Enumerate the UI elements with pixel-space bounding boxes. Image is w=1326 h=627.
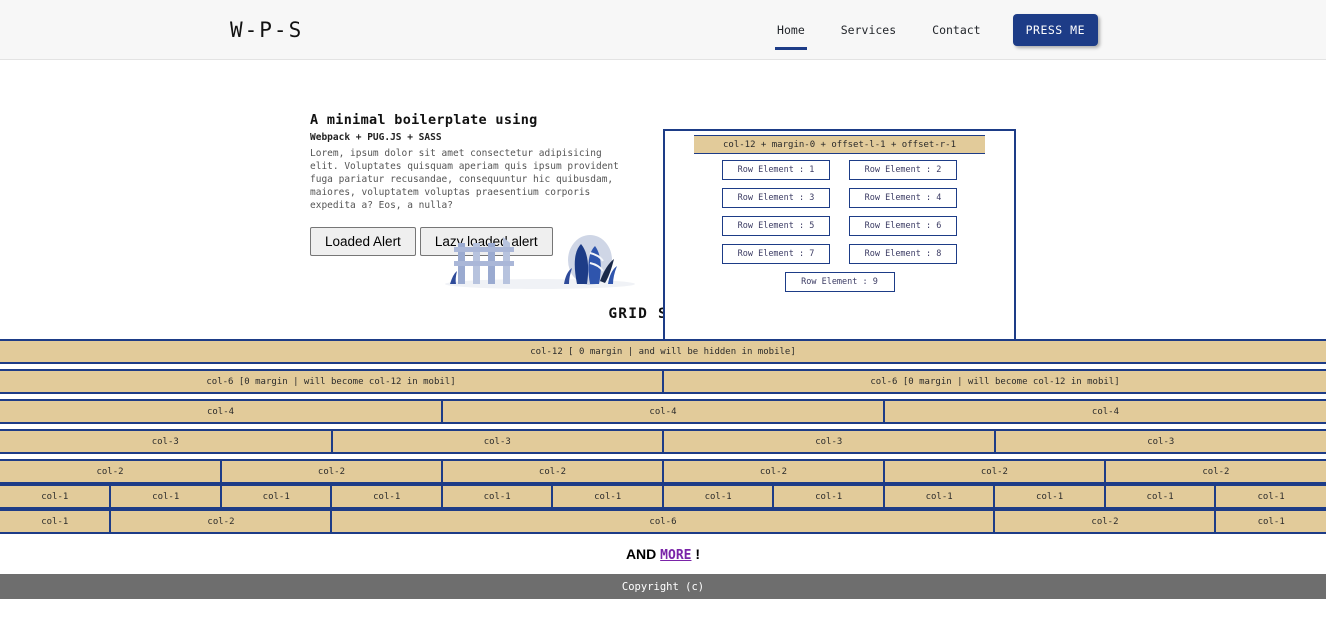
row-element-9[interactable]: Row Element : 9 bbox=[784, 272, 895, 292]
nav-item-services[interactable]: Services bbox=[823, 20, 914, 40]
grid-row-mixed: col-1 col-2 col-6 col-2 col-1 bbox=[0, 509, 1326, 534]
grid-cell: col-1 bbox=[662, 484, 774, 509]
panel-row: Row Element : 3 Row Element : 4 bbox=[665, 188, 1014, 208]
grid-row-6: col-6 [0 margin | will become col-12 in … bbox=[0, 369, 1326, 394]
grid-cell: col-1 bbox=[441, 484, 553, 509]
site-header: W-P-S Home Services Contact PRESS ME bbox=[0, 0, 1326, 60]
panel-header-label: col-12 + margin-0 + offset-l-1 + offset-… bbox=[694, 135, 985, 154]
panel-row: Row Element : 5 Row Element : 6 bbox=[665, 216, 1014, 236]
grid-cell: col-2 bbox=[110, 509, 332, 534]
grid-cell: col-6 bbox=[331, 509, 995, 534]
nav-item-contact[interactable]: Contact bbox=[914, 20, 998, 40]
grid-cell: col-2 bbox=[220, 459, 442, 484]
grid-cell: col-2 bbox=[0, 459, 221, 484]
and-more-suffix: ! bbox=[695, 546, 701, 562]
hero-section: A minimal boilerplate using Webpack + PU… bbox=[0, 60, 1326, 341]
grid-cell: col-4 bbox=[0, 399, 442, 424]
grid-cell: col-2 bbox=[441, 459, 663, 484]
row-element-1[interactable]: Row Element : 1 bbox=[722, 160, 830, 180]
grid-cell: col-3 bbox=[663, 429, 995, 454]
grid-row-2: col-2 col-2 col-2 col-2 col-2 col-2 bbox=[0, 459, 1326, 484]
grid-row-1: col-1 col-1 col-1 col-1 col-1 col-1 col-… bbox=[0, 484, 1326, 509]
grid-cell: col-6 [0 margin | will become col-12 in … bbox=[0, 369, 663, 394]
grid-row-3: col-3 col-3 col-3 col-3 bbox=[0, 429, 1326, 454]
hero-text-block: A minimal boilerplate using Webpack + PU… bbox=[310, 112, 640, 256]
panel-row-list: Row Element : 1 Row Element : 2 Row Elem… bbox=[665, 154, 1014, 292]
row-element-5[interactable]: Row Element : 5 bbox=[722, 216, 830, 236]
copyright-text: Copyright (c) bbox=[621, 580, 705, 593]
grid-cell: col-1 bbox=[1215, 484, 1326, 509]
grid-demo-panel: col-12 + margin-0 + offset-l-1 + offset-… bbox=[663, 129, 1016, 341]
panel-row: Row Element : 7 Row Element : 8 bbox=[665, 244, 1014, 264]
brand-logo[interactable]: W-P-S bbox=[230, 18, 303, 42]
grid-cell: col-2 bbox=[883, 459, 1105, 484]
grid-cell: col-1 bbox=[994, 484, 1105, 509]
row-element-7[interactable]: Row Element : 7 bbox=[722, 244, 830, 264]
panel-row: Row Element : 1 Row Element : 2 bbox=[665, 160, 1014, 180]
grid-cell: col-4 bbox=[441, 399, 884, 424]
grid-cell: col-1 bbox=[552, 484, 663, 509]
nav-item-home[interactable]: Home bbox=[759, 20, 823, 50]
grid-cell: col-1 bbox=[1215, 509, 1326, 534]
grid-cell: col-1 bbox=[220, 484, 332, 509]
and-more-line: AND MORE ! bbox=[0, 546, 1326, 563]
grid-cell: col-1 bbox=[110, 484, 221, 509]
grid-cell: col-3 bbox=[0, 429, 332, 454]
panel-row: Row Element : 9 bbox=[665, 272, 1014, 292]
press-me-button[interactable]: PRESS ME bbox=[1012, 13, 1098, 46]
grid-cell: col-2 bbox=[662, 459, 884, 484]
row-element-8[interactable]: Row Element : 8 bbox=[849, 244, 957, 264]
hero-subtitle: Webpack + PUG.JS + SASS bbox=[310, 132, 442, 143]
grid-row-12: col-12 [ 0 margin | and will be hidden i… bbox=[0, 339, 1326, 364]
grid-cell: col-6 [0 margin | will become col-12 in … bbox=[663, 369, 1326, 394]
loaded-alert-button[interactable]: Loaded Alert bbox=[310, 226, 416, 256]
grid-cell: col-2 bbox=[1104, 459, 1326, 484]
grid-cell: col-2 bbox=[994, 509, 1216, 534]
grid-cell: col-1 bbox=[331, 484, 442, 509]
grid-cell: col-1 bbox=[773, 484, 884, 509]
row-element-3[interactable]: Row Element : 3 bbox=[722, 188, 830, 208]
row-element-6[interactable]: Row Element : 6 bbox=[849, 216, 957, 236]
hero-button-group: Loaded Alert Lazy loaded alert bbox=[310, 226, 640, 256]
grid-cell: col-1 bbox=[883, 484, 995, 509]
grid-cell: col-12 [ 0 margin | and will be hidden i… bbox=[0, 339, 1326, 364]
more-link[interactable]: MORE bbox=[660, 548, 691, 563]
grid-cell: col-3 bbox=[994, 429, 1326, 454]
grid-cell: col-4 bbox=[883, 399, 1326, 424]
grid-cell: col-1 bbox=[0, 484, 111, 509]
site-footer: Copyright (c) bbox=[0, 574, 1326, 599]
main-navigation: Home Services Contact PRESS ME bbox=[759, 13, 1098, 50]
grid-row-4: col-4 col-4 col-4 bbox=[0, 399, 1326, 424]
grid-cell: col-1 bbox=[1104, 484, 1216, 509]
and-more-prefix: AND bbox=[625, 546, 657, 562]
grid-system-rows: col-12 [ 0 margin | and will be hidden i… bbox=[0, 339, 1326, 534]
hero-title: A minimal boilerplate using bbox=[310, 112, 538, 128]
hero-body-text: Lorem, ipsum dolor sit amet consectetur … bbox=[310, 148, 619, 212]
grid-cell: col-1 bbox=[0, 509, 111, 534]
row-element-2[interactable]: Row Element : 2 bbox=[849, 160, 957, 180]
lazy-loaded-alert-button[interactable]: Lazy loaded alert bbox=[419, 226, 553, 256]
grid-cell: col-3 bbox=[331, 429, 663, 454]
row-element-4[interactable]: Row Element : 4 bbox=[849, 188, 957, 208]
